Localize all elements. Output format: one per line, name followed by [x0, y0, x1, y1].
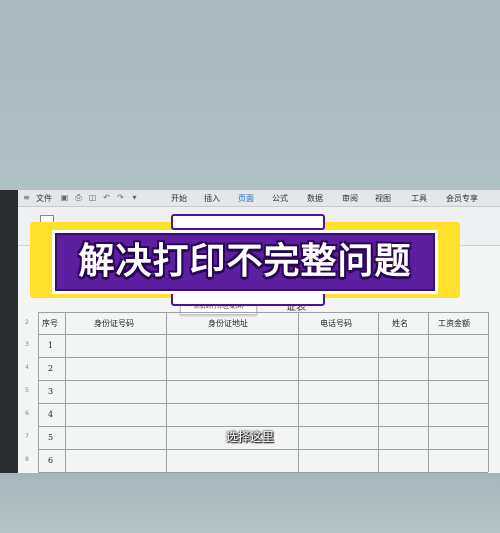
banner-tab-top — [171, 214, 325, 230]
grid-line — [38, 357, 488, 358]
grid-line — [38, 380, 488, 381]
serial-cell[interactable]: 5 — [48, 433, 53, 442]
menu-home[interactable]: 开始 — [171, 193, 187, 204]
menu-review[interactable]: 审阅 — [342, 193, 358, 204]
menu-formulas[interactable]: 公式 — [272, 193, 288, 204]
row-header[interactable]: 8 — [20, 456, 34, 463]
column-header-0[interactable]: 序号 — [42, 318, 58, 329]
grid-line — [38, 403, 488, 404]
column-header-5[interactable]: 工资金额 — [438, 318, 470, 329]
print-icon[interactable]: ⎙ — [74, 193, 83, 202]
row-header[interactable]: 4 — [20, 364, 34, 371]
grid-line — [38, 312, 39, 472]
grid-line — [428, 312, 429, 472]
serial-cell[interactable]: 4 — [48, 410, 53, 419]
serial-cell[interactable]: 6 — [48, 456, 53, 465]
redo-icon[interactable]: ↷ — [116, 193, 125, 202]
menu-insert[interactable]: 插入 — [204, 193, 220, 204]
serial-cell[interactable]: 1 — [48, 341, 53, 350]
serial-cell[interactable]: 2 — [48, 364, 53, 373]
grid-line — [166, 312, 167, 472]
background-top — [0, 0, 500, 192]
grid-line — [38, 449, 488, 450]
column-header-3[interactable]: 电话号码 — [320, 318, 352, 329]
grid-line — [65, 312, 66, 472]
banner-panel: 解决打印不完整问题 — [52, 230, 438, 294]
menu-tools[interactable]: 工具 — [411, 193, 427, 204]
banner-title: 解决打印不完整问题 — [78, 241, 412, 282]
menu-bar: ≡ 文件 ▣ ⎙ ◫ ↶ ↷ ▾ 开始 插入 页面 公式 数据 审阅 视图 工具… — [18, 190, 500, 207]
preview-icon[interactable]: ◫ — [88, 193, 97, 202]
grid-line — [38, 426, 488, 427]
row-header[interactable]: 5 — [20, 387, 34, 394]
menu-data[interactable]: 数据 — [307, 193, 323, 204]
grid-line — [298, 312, 299, 472]
menu-page-layout[interactable]: 页面 — [238, 193, 254, 204]
row-header[interactable]: 3 — [20, 341, 34, 348]
menu-icon[interactable]: ≡ — [22, 193, 31, 202]
monitor-bezel — [0, 190, 18, 473]
row-header[interactable]: 6 — [20, 410, 34, 417]
more-icon[interactable]: ▾ — [130, 193, 139, 202]
background-bottom — [0, 473, 500, 533]
undo-icon[interactable]: ↶ — [102, 193, 111, 202]
column-header-4[interactable]: 姓名 — [392, 318, 408, 329]
video-subtitle: 选择这里 — [225, 430, 274, 444]
grid-line — [378, 312, 379, 472]
column-header-2[interactable]: 身份证地址 — [208, 318, 248, 329]
row-header[interactable]: 2 — [20, 319, 34, 326]
menu-file[interactable]: 文件 — [36, 193, 52, 204]
grid-line — [488, 312, 489, 472]
grid-line — [38, 312, 488, 313]
menu-member[interactable]: 会员专享 — [446, 193, 478, 204]
grid-line — [38, 334, 488, 335]
save-icon[interactable]: ▣ — [60, 193, 69, 202]
title-banner: 解决打印不完整问题 — [26, 214, 472, 306]
column-header-1[interactable]: 身份证号码 — [94, 318, 134, 329]
menu-view[interactable]: 视图 — [375, 193, 391, 204]
serial-cell[interactable]: 3 — [48, 387, 53, 396]
row-header[interactable]: 7 — [20, 433, 34, 440]
